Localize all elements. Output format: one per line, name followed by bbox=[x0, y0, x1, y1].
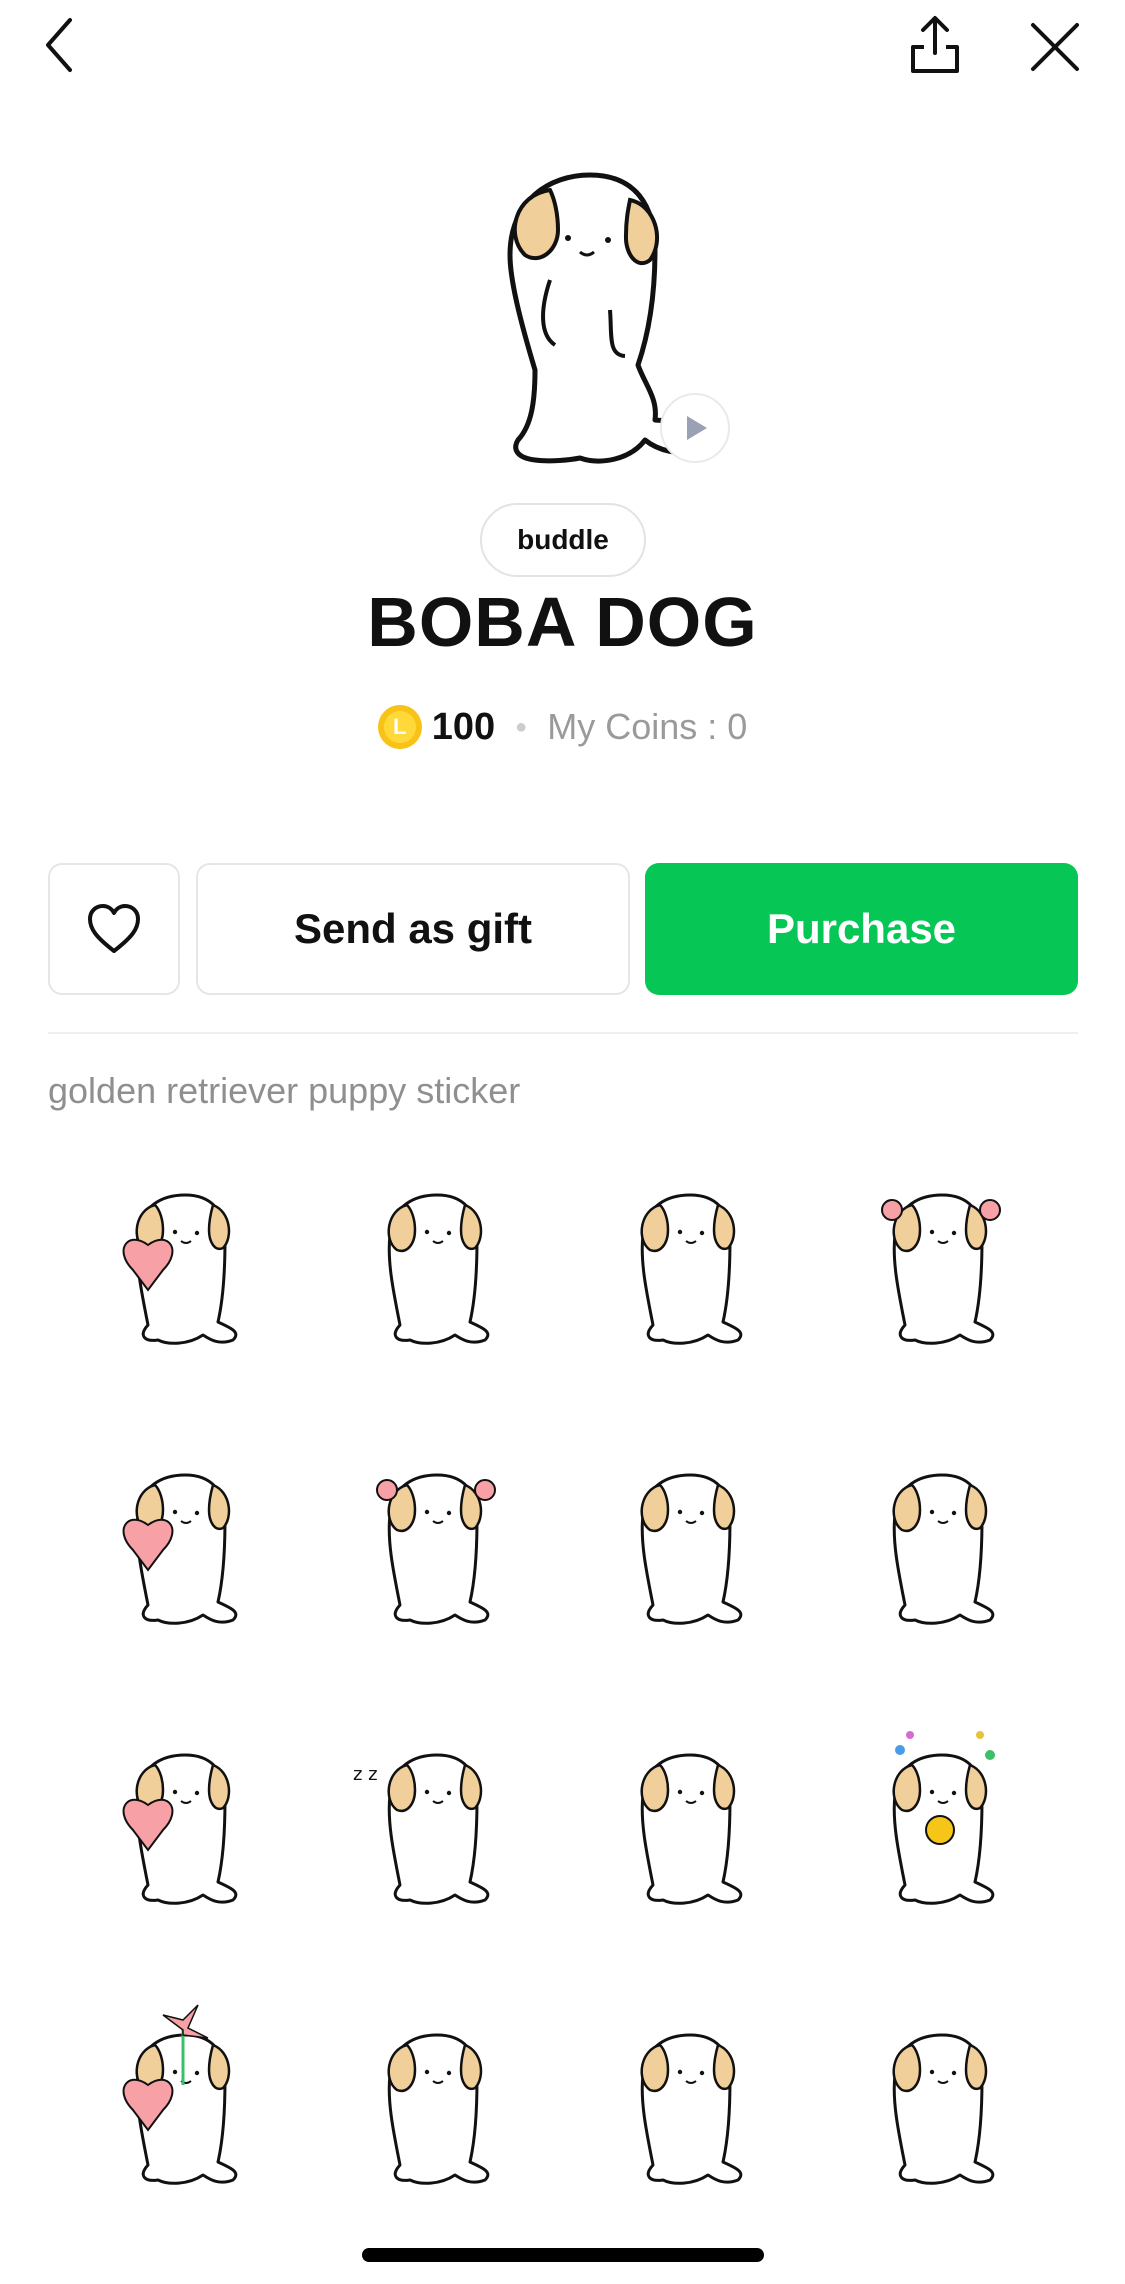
sticker-dog-pinwheel[interactable] bbox=[73, 1990, 293, 2210]
product-title: BOBA DOG bbox=[367, 583, 758, 661]
price-value: 100 bbox=[431, 705, 496, 748]
sticker-dog-holding-heart[interactable] bbox=[73, 1150, 293, 1370]
divider bbox=[48, 1032, 1078, 1034]
sticker-description: golden retriever puppy sticker bbox=[48, 1070, 521, 1111]
sticker-dog-gloomy-wall[interactable] bbox=[578, 1990, 798, 2210]
sticker-dog-back-view[interactable] bbox=[325, 1150, 545, 1370]
share-icon bbox=[911, 16, 959, 73]
sticker-dog-standing[interactable] bbox=[830, 1990, 1050, 2210]
sticker-dog-lying-stretch[interactable] bbox=[578, 1150, 798, 1370]
heart-outline-icon bbox=[88, 904, 140, 953]
back-button[interactable] bbox=[30, 10, 90, 80]
sticker-dog-sleeping-zzz[interactable]: z z bbox=[325, 1710, 545, 1930]
author-chip[interactable]: buddle bbox=[480, 503, 646, 577]
sticker-dog-annoyed[interactable] bbox=[578, 1710, 798, 1930]
favorite-button[interactable] bbox=[48, 863, 180, 995]
sticker-dog-heart-hearts[interactable] bbox=[578, 1430, 798, 1650]
close-button[interactable] bbox=[1020, 12, 1090, 82]
close-icon bbox=[1031, 23, 1079, 71]
share-button[interactable] bbox=[900, 10, 970, 80]
play-icon bbox=[687, 416, 707, 440]
play-preview-button[interactable] bbox=[660, 393, 730, 463]
svg-text:z z: z z bbox=[353, 1764, 378, 1785]
my-coins-balance: My Coins : 0 bbox=[547, 706, 748, 747]
sticker-dog-flower-ears[interactable] bbox=[325, 1430, 545, 1650]
chevron-left-icon bbox=[46, 18, 72, 72]
line-coin-icon: L bbox=[377, 705, 422, 749]
sticker-dog-dizzy-thought[interactable] bbox=[73, 1710, 293, 1930]
purchase-button[interactable]: Purchase bbox=[645, 863, 1078, 995]
price-row: L 100 ● My Coins : 0 bbox=[0, 697, 1125, 757]
home-indicator bbox=[362, 2248, 764, 2262]
separator-dot: ● bbox=[515, 715, 528, 738]
sticker-dog-party-hat[interactable] bbox=[830, 1710, 1050, 1930]
sticker-dog-waving[interactable] bbox=[73, 1430, 293, 1650]
sticker-dog-lying-side[interactable] bbox=[830, 1430, 1050, 1650]
sticker-dog-sparkles[interactable] bbox=[325, 1990, 545, 2210]
send-as-gift-button[interactable]: Send as gift bbox=[196, 863, 630, 995]
sticker-dog-pink-pompoms[interactable] bbox=[830, 1150, 1050, 1370]
